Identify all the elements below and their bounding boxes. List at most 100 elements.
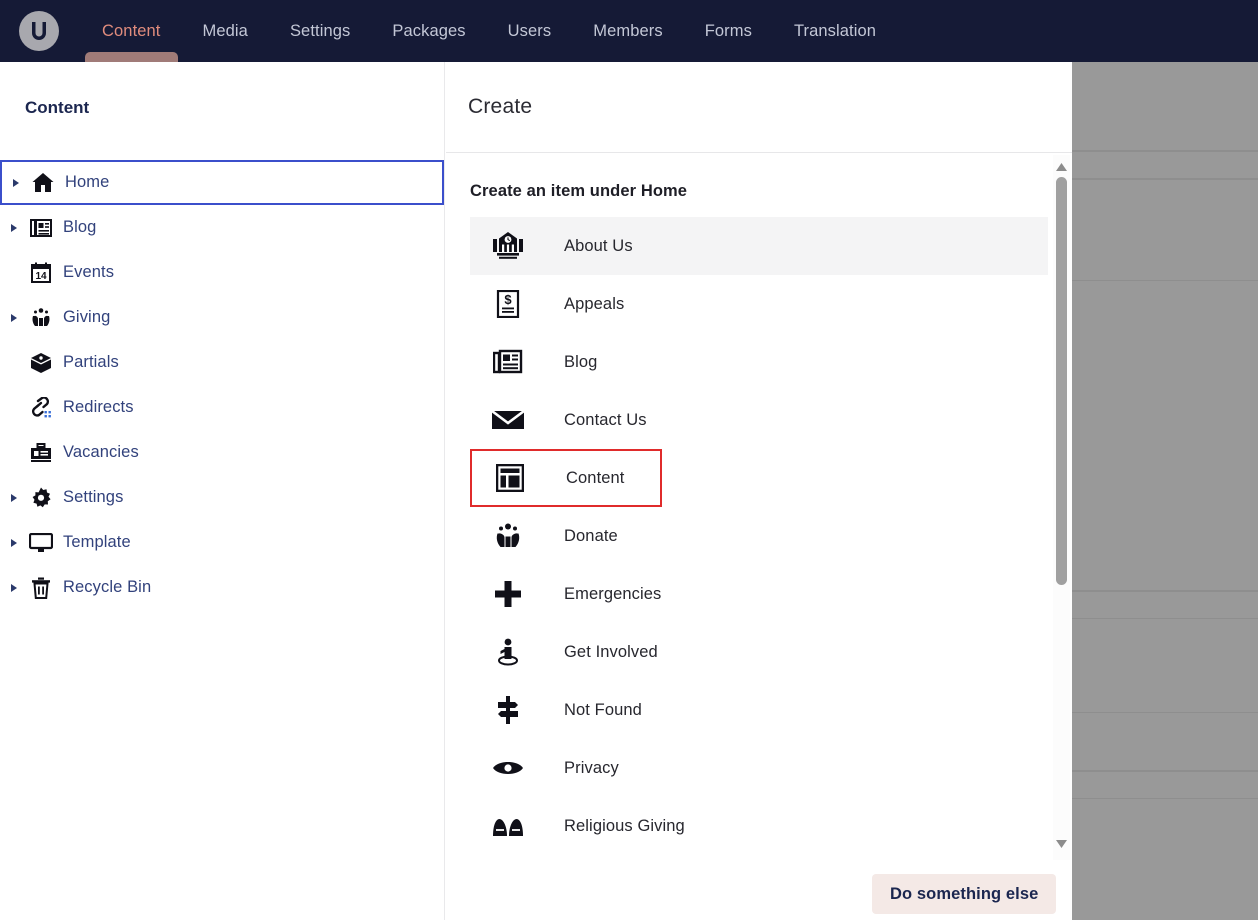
tree-item-redirects[interactable]: Redirects xyxy=(0,385,444,430)
create-panel: Create Create an item under Home About U… xyxy=(446,62,1072,920)
create-item-contact-us[interactable]: Contact Us xyxy=(470,391,1048,449)
nav-tab-users[interactable]: Users xyxy=(487,0,573,62)
calendar-icon: 14 xyxy=(24,258,58,288)
plus-cross-icon xyxy=(480,574,536,614)
nav-tab-settings[interactable]: Settings xyxy=(269,0,371,62)
create-item-label: Appeals xyxy=(564,294,625,313)
expand-caret-icon[interactable] xyxy=(4,313,24,323)
create-item-label: Not Found xyxy=(564,700,642,719)
tree-item-blog[interactable]: Blog xyxy=(0,205,444,250)
nav-tab-label: Users xyxy=(507,21,552,40)
expand-caret-icon[interactable] xyxy=(4,493,24,503)
panel-header: Create xyxy=(446,62,1072,153)
tree-item-label: Partials xyxy=(63,353,119,371)
create-item-content[interactable]: Content xyxy=(470,449,662,507)
create-item-about-us[interactable]: About Us xyxy=(470,217,1048,275)
layout-icon xyxy=(482,458,538,498)
nav-tab-translation[interactable]: Translation xyxy=(773,0,897,62)
expand-caret-icon[interactable] xyxy=(6,178,26,188)
create-item-label: Privacy xyxy=(564,758,619,777)
create-item-label: Donate xyxy=(564,526,618,545)
tree-item-recycle-bin[interactable]: Recycle Bin xyxy=(0,565,444,610)
create-item-not-found[interactable]: Not Found xyxy=(470,681,1048,739)
briefcase-icon xyxy=(24,438,58,468)
top-navigation-bar: Content Media Settings Packages Users Me… xyxy=(0,0,1258,62)
tree-item-giving[interactable]: Giving xyxy=(0,295,444,340)
create-item-list: About Us $ Appeals Blog Contact Us Conte… xyxy=(446,217,1072,855)
praying-hands-icon xyxy=(480,806,536,846)
create-item-label: Get Involved xyxy=(564,642,658,661)
panel-scrollbar[interactable] xyxy=(1053,155,1070,860)
tree-item-label: Settings xyxy=(63,488,124,506)
overlay-divider xyxy=(1072,618,1258,619)
panel-body: Create an item under Home About Us $ App… xyxy=(446,154,1072,920)
gear-icon xyxy=(24,483,58,513)
expand-caret-icon[interactable] xyxy=(4,538,24,548)
overlay-divider xyxy=(1072,770,1258,772)
scroll-down-arrow-icon[interactable] xyxy=(1053,835,1070,852)
svg-text:14: 14 xyxy=(35,271,47,282)
expand-caret-icon[interactable] xyxy=(4,223,24,233)
dimmed-overlay-background[interactable] xyxy=(1072,62,1258,920)
nav-tab-label: Translation xyxy=(793,21,877,40)
nav-tab-label: Content xyxy=(102,21,161,40)
create-item-religious-giving[interactable]: Religious Giving xyxy=(470,797,1048,855)
expand-caret-icon[interactable] xyxy=(4,583,24,593)
create-item-get-involved[interactable]: Get Involved xyxy=(470,623,1048,681)
tree-item-home[interactable]: Home xyxy=(0,160,444,205)
scroll-up-arrow-icon[interactable] xyxy=(1053,158,1070,175)
create-item-appeals[interactable]: $ Appeals xyxy=(470,275,1048,333)
envelope-icon xyxy=(480,400,536,440)
trash-icon xyxy=(24,573,58,603)
create-item-label: Content xyxy=(566,468,625,487)
nav-tab-label: Media xyxy=(202,21,248,40)
nav-tab-members[interactable]: Members xyxy=(572,0,683,62)
nav-tab-packages[interactable]: Packages xyxy=(371,0,486,62)
create-item-privacy[interactable]: Privacy xyxy=(470,739,1048,797)
hands-heart-icon xyxy=(24,303,58,333)
newspaper-icon xyxy=(480,342,536,382)
svg-text:$: $ xyxy=(504,292,512,307)
home-icon xyxy=(26,168,60,198)
person-pin-icon xyxy=(480,632,536,672)
scrollbar-thumb[interactable] xyxy=(1056,177,1067,585)
create-item-blog[interactable]: Blog xyxy=(470,333,1048,391)
nav-tab-content[interactable]: Content xyxy=(81,0,182,62)
nav-tab-label: Settings xyxy=(289,21,351,40)
sidebar-title: Content xyxy=(25,98,90,117)
panel-subtitle: Create an item under Home xyxy=(470,182,688,200)
overlay-divider xyxy=(1072,590,1258,592)
tree-item-events[interactable]: 14 Events xyxy=(0,250,444,295)
nav-tab-media[interactable]: Media xyxy=(182,0,269,62)
link-icon xyxy=(24,393,58,423)
tree-item-label: Giving xyxy=(63,308,111,326)
tree-item-label: Redirects xyxy=(63,398,134,416)
create-item-label: About Us xyxy=(564,236,633,255)
tree-item-label: Recycle Bin xyxy=(63,578,152,596)
signpost-icon xyxy=(480,690,536,730)
nav-tab-label: Members xyxy=(593,21,663,40)
bank-building-icon xyxy=(480,226,536,266)
eye-icon xyxy=(480,748,536,788)
box-icon xyxy=(24,348,58,378)
tree-item-partials[interactable]: Partials xyxy=(0,340,444,385)
create-item-label: Emergencies xyxy=(564,584,662,603)
tree-item-label: Home xyxy=(65,173,110,191)
hands-heart-icon xyxy=(480,516,536,556)
umbraco-logo[interactable] xyxy=(19,11,59,51)
overlay-divider xyxy=(1072,280,1258,281)
nav-tab-forms[interactable]: Forms xyxy=(684,0,773,62)
tree-item-vacancies[interactable]: Vacancies xyxy=(0,430,444,475)
create-item-donate[interactable]: Donate xyxy=(470,507,1048,565)
tree-item-template[interactable]: Template xyxy=(0,520,444,565)
tree-item-label: Blog xyxy=(63,218,97,236)
tree-item-settings[interactable]: Settings xyxy=(0,475,444,520)
overlay-divider xyxy=(1072,798,1258,799)
create-item-label: Contact Us xyxy=(564,410,647,429)
tree-item-label: Vacancies xyxy=(63,443,139,461)
newspaper-icon xyxy=(24,213,58,243)
create-item-label: Religious Giving xyxy=(564,816,685,835)
create-item-emergencies[interactable]: Emergencies xyxy=(470,565,1048,623)
do-something-else-button[interactable]: Do something else xyxy=(872,874,1057,914)
overlay-divider xyxy=(1072,150,1258,152)
